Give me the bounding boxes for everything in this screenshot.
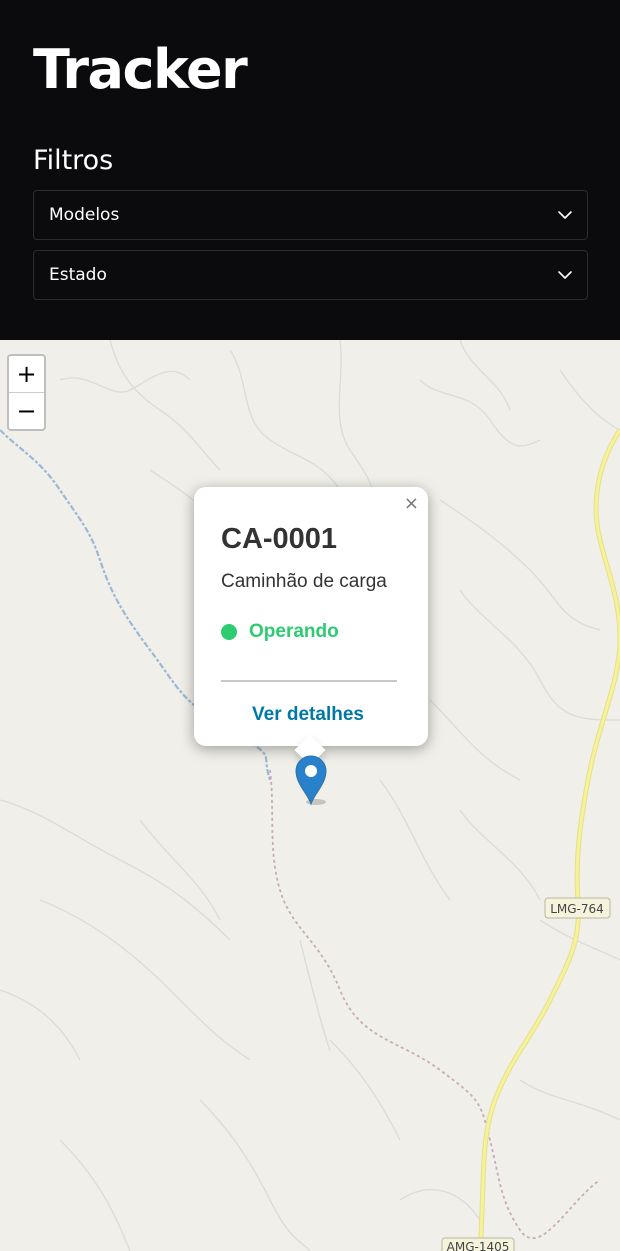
zoom-out-button[interactable]: − bbox=[9, 392, 44, 428]
header: Tracker Filtros Modelos Estado bbox=[0, 0, 620, 340]
svg-text:LMG-764: LMG-764 bbox=[550, 902, 604, 916]
state-select[interactable]: Estado bbox=[33, 250, 588, 300]
zoom-in-button[interactable]: + bbox=[9, 356, 44, 392]
zoom-control: + − bbox=[7, 354, 46, 431]
vehicle-popup: × CA-0001 Caminhão de carga Operando Ver… bbox=[194, 487, 428, 766]
svg-text:AMG-1405: AMG-1405 bbox=[447, 1240, 510, 1251]
vehicle-id: CA-0001 bbox=[221, 523, 338, 555]
app-title: Tracker bbox=[33, 38, 248, 101]
filters-title: Filtros bbox=[33, 145, 114, 176]
details-link[interactable]: Ver detalhes bbox=[194, 704, 422, 726]
map-marker-icon[interactable] bbox=[294, 754, 328, 806]
vehicle-status: Operando bbox=[221, 621, 339, 643]
models-select-value: Modelos bbox=[49, 205, 120, 225]
chevron-down-icon bbox=[558, 271, 572, 279]
road-label-lmg-764: LMG-764 bbox=[544, 897, 611, 919]
models-select[interactable]: Modelos bbox=[33, 190, 588, 240]
status-dot bbox=[221, 624, 237, 640]
map[interactable]: LMG-764 AMG-1405 + − × CA-0001 Caminhão … bbox=[0, 340, 620, 1251]
close-icon[interactable]: × bbox=[404, 493, 419, 515]
chevron-down-icon bbox=[558, 211, 572, 219]
vehicle-type: Caminhão de carga bbox=[221, 571, 387, 592]
status-text: Operando bbox=[249, 621, 339, 642]
state-select-value: Estado bbox=[49, 265, 107, 285]
road-label-amg-1405: AMG-1405 bbox=[441, 1237, 515, 1251]
popup-divider bbox=[221, 680, 397, 682]
